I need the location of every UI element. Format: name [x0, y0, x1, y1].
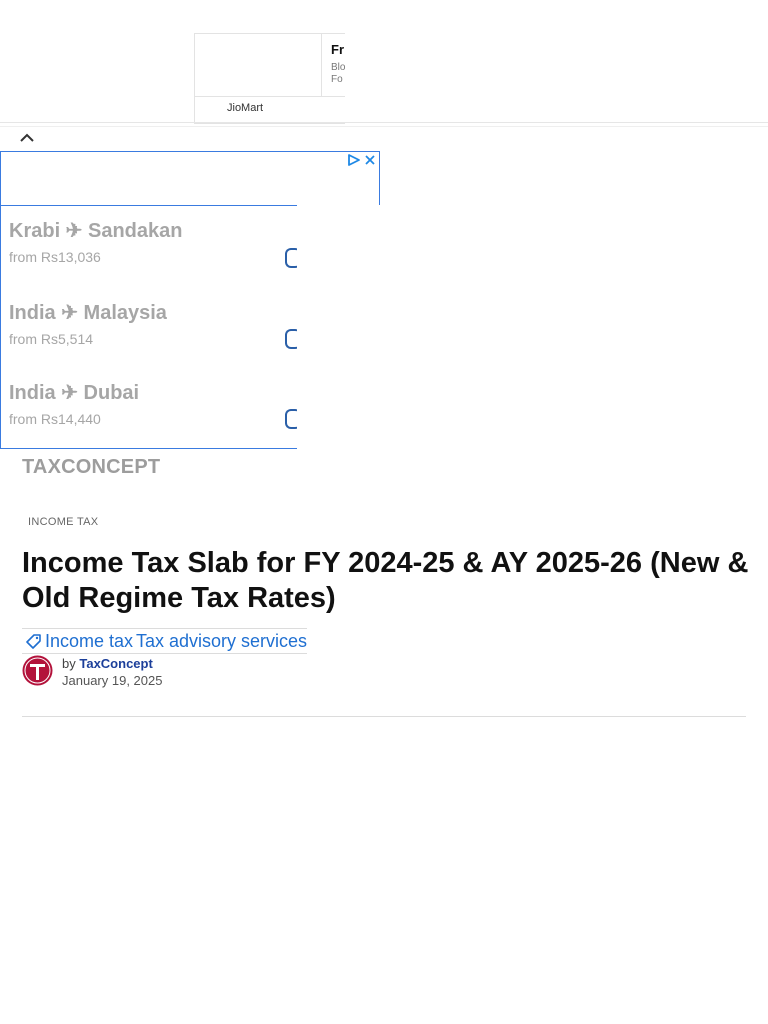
tag-link-tax-advisory-services[interactable]: Tax advisory services: [136, 631, 307, 652]
publish-date: January 19, 2025: [62, 673, 163, 688]
tag-icon: [26, 634, 41, 649]
byline-prefix: by: [62, 656, 76, 671]
author-link[interactable]: TaxConcept: [79, 656, 152, 671]
flight-route-item[interactable]: India ✈ Malaysia from Rs5,514: [9, 300, 167, 347]
author-avatar[interactable]: [22, 655, 53, 686]
byline: by TaxConcept: [62, 656, 153, 671]
article-header-divider: [22, 716, 746, 717]
flight-ad-header: [1, 152, 379, 206]
flight-route-price: from Rs5,514: [9, 331, 94, 347]
header-divider-shadow: [0, 126, 768, 127]
ad-description-line-2: Fo: [331, 74, 343, 85]
tag-link-income-tax[interactable]: Income tax: [45, 631, 133, 652]
flight-route-price: from Rs14,440: [9, 411, 101, 427]
flight-route-title: India ✈ Dubai: [9, 382, 140, 404]
category-link[interactable]: INCOME TAX: [28, 516, 98, 528]
ad-description: Blo Fo: [331, 62, 345, 86]
article-tags: Income tax Tax advisory services: [22, 628, 307, 654]
ad-headline[interactable]: Fr: [331, 42, 344, 57]
flight-route-item[interactable]: India ✈ Dubai from Rs14,440: [9, 380, 139, 427]
flight-route-item[interactable]: Krabi ✈ Sandakan from Rs13,036: [9, 218, 182, 265]
flight-ad[interactable]: Krabi ✈ Sandakan from Rs13,036 India ✈ M…: [0, 151, 381, 451]
ad-description-line-1: Blo: [331, 62, 345, 73]
flight-route-title: India ✈ Malaysia: [9, 302, 167, 324]
close-icon[interactable]: [363, 153, 377, 167]
ad-overflow-mask: [297, 205, 381, 451]
top-banner-ad[interactable]: Fr Blo Fo JioMart: [194, 33, 345, 124]
ad-brand[interactable]: JioMart: [227, 102, 263, 114]
flight-route-price: from Rs13,036: [9, 249, 101, 265]
chevron-up-icon: [20, 133, 34, 142]
ad-thumbnail: [195, 34, 322, 97]
ad-divider: [195, 96, 345, 97]
flight-route-title: Krabi ✈ Sandakan: [9, 220, 183, 242]
article-title: Income Tax Slab for FY 2024-25 & AY 2025…: [22, 547, 749, 614]
ad-choices-icon[interactable]: [347, 154, 361, 166]
collapse-ad-button[interactable]: [16, 128, 38, 146]
site-logo-text[interactable]: TAXCONCEPT: [22, 456, 160, 479]
header-divider: [0, 122, 768, 123]
